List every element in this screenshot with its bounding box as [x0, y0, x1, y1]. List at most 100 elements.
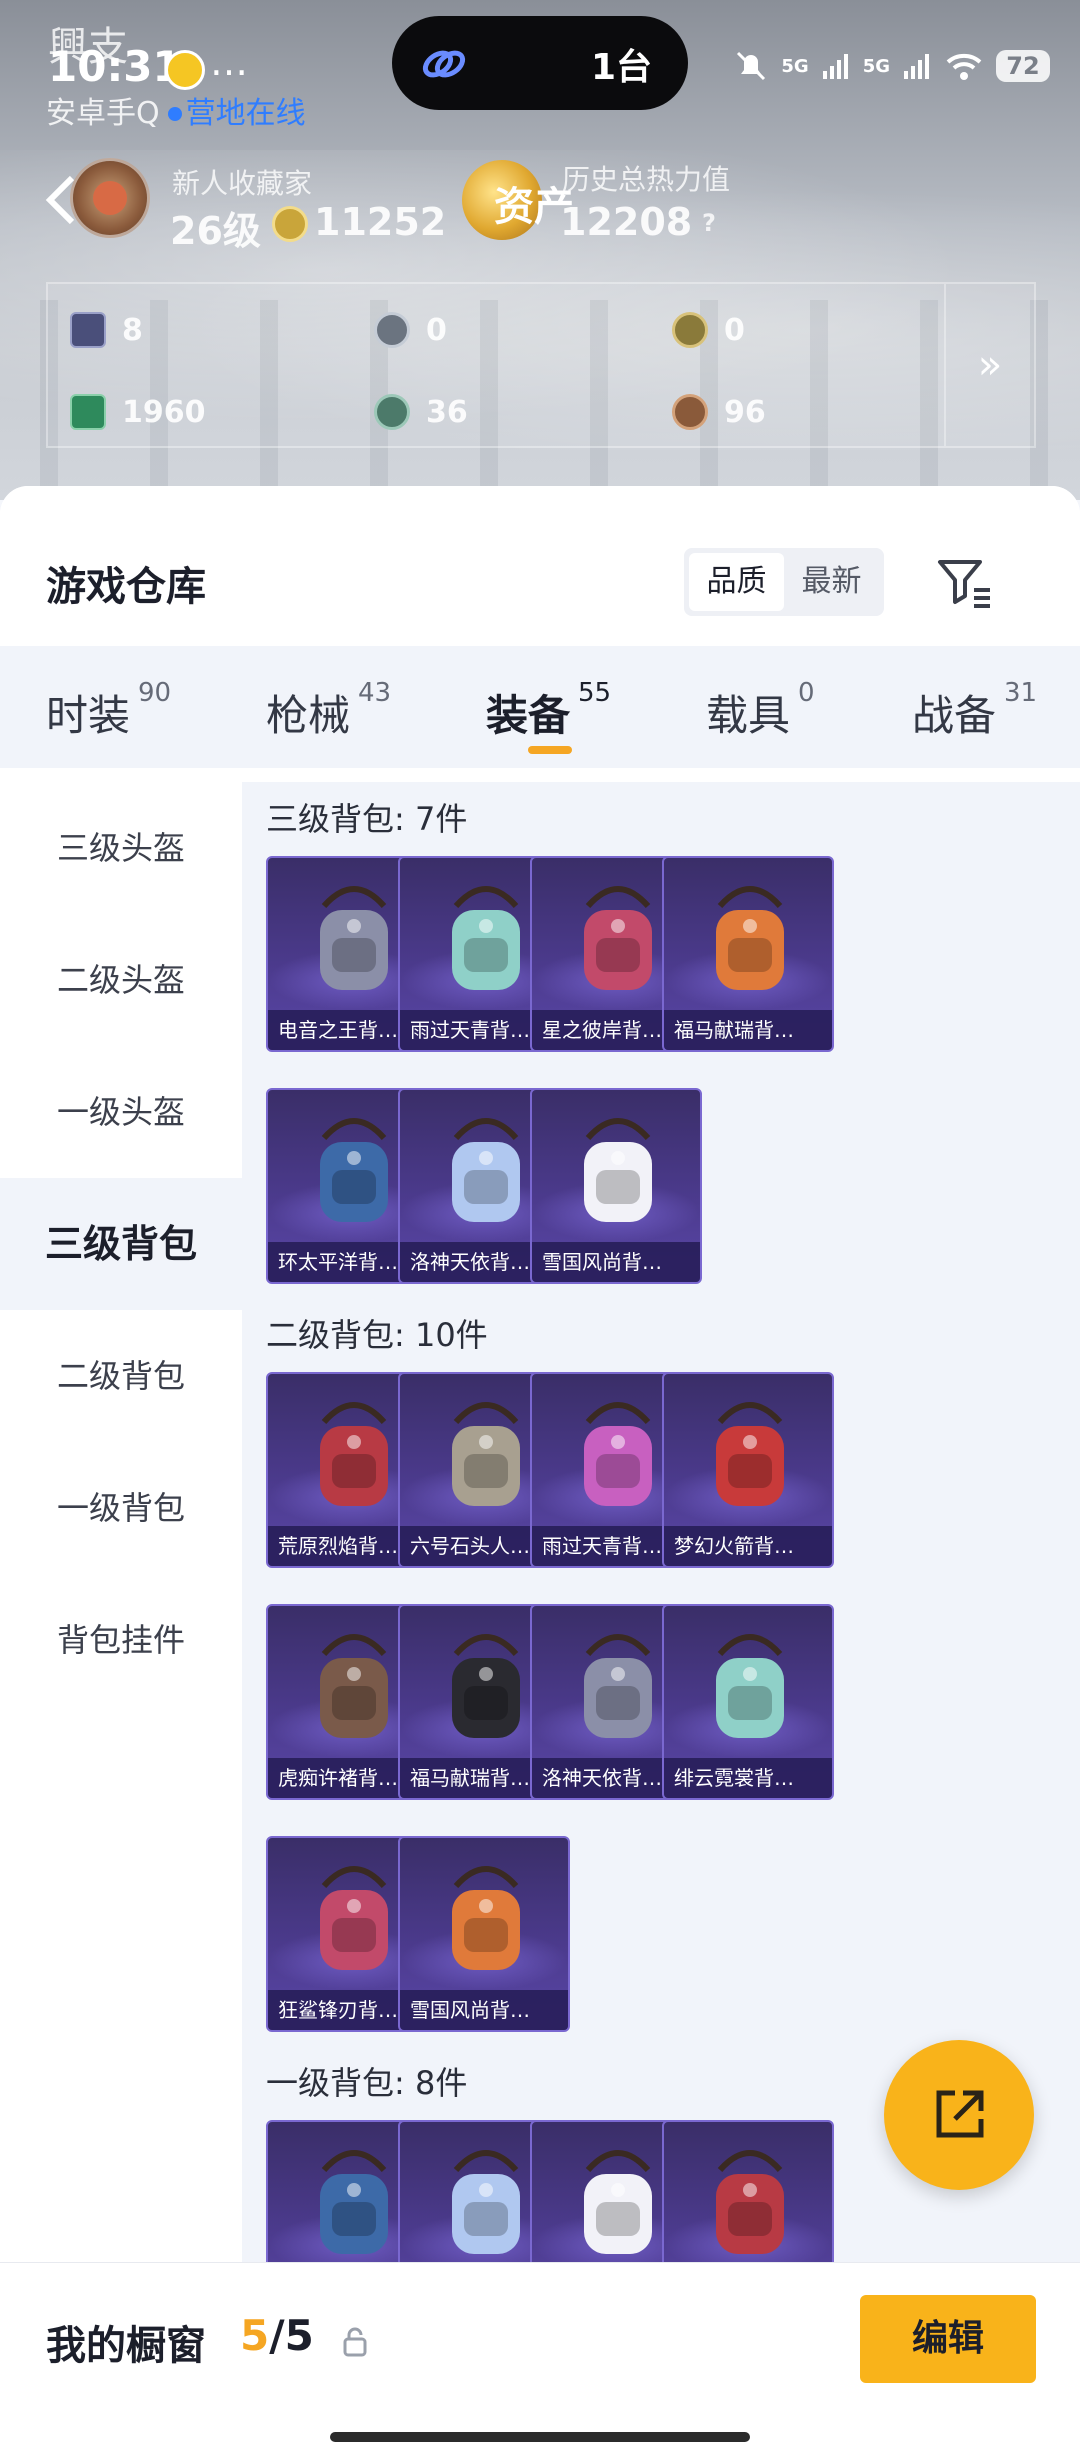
warehouse-header: 游戏仓库 品质 最新 [0, 486, 1080, 646]
tab-fashion[interactable]: 时装 90 [46, 678, 171, 743]
sort-latest-button[interactable]: 最新 [784, 553, 879, 611]
backpack-icon [320, 1402, 388, 1506]
status-more: … [210, 40, 248, 84]
showcase-count: 5/5 [240, 2311, 314, 2360]
item-name: 福马献瑞背… [664, 1010, 832, 1050]
stat-value: 0 [724, 312, 745, 348]
sidebar-item-helmet-3[interactable]: 三级头盔 [0, 782, 242, 914]
rank-label: 新人收藏家 [172, 167, 313, 200]
link-icon [422, 50, 466, 78]
stat-value: 8 [122, 312, 143, 348]
history-heat-value: 12208 [560, 200, 693, 244]
item-name: 雪国风尚背… [400, 1990, 568, 2030]
sidebar-item-backpack-1[interactable]: 一级背包 [0, 1442, 242, 1574]
backpack-icon [584, 2150, 652, 2254]
stat-value: 36 [426, 394, 468, 430]
share-button[interactable] [884, 2040, 1034, 2190]
coin-icon [272, 206, 308, 242]
tab-label: 装备 [486, 691, 571, 740]
tab-count: 0 [798, 678, 815, 708]
sidebar-item-pendant[interactable]: 背包挂件 [0, 1574, 242, 1706]
stat-item[interactable]: 0 [374, 308, 447, 352]
item-card[interactable] [662, 2120, 834, 2262]
item-name: 绯云霓裳背… [664, 1758, 832, 1798]
system-icons: 5G 5G 72 [733, 44, 1050, 88]
backpack-icon [584, 886, 652, 990]
item-card[interactable]: 绯云霓裳背… [662, 1604, 834, 1800]
item-card[interactable]: 雪国风尚背… [530, 1088, 702, 1284]
network-type-1: 5G [781, 55, 809, 77]
backpack-icon [452, 886, 520, 990]
online-label: 营地在线 [185, 96, 306, 131]
backpack-icon [320, 886, 388, 990]
stat-item[interactable]: 36 [374, 390, 468, 434]
showcase-bar: 我的橱窗 5/5 编辑 [0, 2262, 1080, 2460]
backpack-icon [452, 1402, 520, 1506]
sort-quality-button[interactable]: 品质 [689, 553, 784, 611]
stat-item[interactable]: 0 [672, 308, 745, 352]
tab-label: 枪械 [266, 691, 351, 740]
sort-toggle: 品质 最新 [684, 548, 884, 616]
dynamic-island[interactable]: 1台 [392, 16, 688, 110]
stat-item[interactable]: 96 [672, 390, 766, 434]
tab-label: 载具 [706, 691, 791, 740]
item-name: 雪国风尚背… [532, 1242, 700, 1282]
status-time: 10:31 [48, 42, 182, 91]
tab-vehicles[interactable]: 载具 0 [706, 678, 815, 743]
backpack-icon [320, 2150, 388, 2254]
tab-count: 90 [138, 678, 172, 708]
wifi-icon [946, 53, 982, 80]
tab-count: 55 [578, 678, 612, 708]
showcase-title: 我的橱窗 [46, 2323, 206, 2369]
backpack-icon [716, 1634, 784, 1738]
sidebar-item-backpack-2[interactable]: 二级背包 [0, 1310, 242, 1442]
tab-gear[interactable]: 战备 31 [912, 678, 1037, 743]
subcategory-sidebar: 三级头盔 二级头盔 一级头盔 三级背包 二级背包 一级背包 背包挂件 [0, 782, 242, 2460]
stat-item[interactable]: 8 [70, 308, 143, 352]
sidebar-item-backpack-3[interactable]: 三级背包 [0, 1178, 242, 1310]
category-tabs: 时装 90 枪械 43 装备 55 载具 0 战备 31 [0, 646, 1080, 768]
backpack-icon [320, 1634, 388, 1738]
coin-balance: 11252 [314, 200, 447, 244]
online-dot-icon [167, 106, 182, 121]
mute-bell-icon [737, 51, 766, 81]
jade-coin-icon [374, 394, 410, 430]
showcase-total: /5 [269, 2311, 314, 2360]
tab-label: 时装 [46, 691, 131, 740]
share-icon [936, 2090, 984, 2138]
silver-coin-icon [374, 312, 410, 348]
tab-label: 战备 [912, 691, 997, 740]
notification-avatar [165, 50, 205, 90]
backpack-icon [584, 1634, 652, 1738]
stat-item[interactable]: 1960 [70, 390, 206, 434]
status-bar: 興支 10:31 … 1台 5G 5G 72 安卓手Q 营地在线 [0, 0, 1080, 131]
item-card[interactable]: 福马献瑞背… [662, 856, 834, 1052]
showcase-current: 5 [240, 2311, 270, 2360]
stats-expand-button[interactable]: » [944, 284, 1034, 446]
device-label: 安卓手Q [46, 96, 160, 131]
backpack-icon [716, 1402, 784, 1506]
bronze-coin-icon [672, 394, 708, 430]
tab-count: 43 [358, 678, 392, 708]
collector-level: 26级 [170, 209, 261, 253]
sidebar-item-helmet-1[interactable]: 一级头盔 [0, 1046, 242, 1178]
item-card[interactable]: 雪国风尚背… [398, 1836, 570, 2032]
sidebar-item-helmet-2[interactable]: 二级头盔 [0, 914, 242, 1046]
filter-icon[interactable] [934, 552, 994, 612]
edit-button[interactable]: 编辑 [860, 2295, 1036, 2383]
home-indicator [330, 2432, 750, 2442]
resource-stats: 8 0 0 1960 36 96 » [46, 282, 1036, 448]
lock-icon [343, 2327, 367, 2357]
tab-weapons[interactable]: 枪械 43 [266, 678, 391, 743]
backpack-icon [716, 886, 784, 990]
section-title: 三级背包: 7件 [266, 800, 468, 838]
section-title: 二级背包: 10件 [266, 1316, 488, 1354]
tab-equipment[interactable]: 装备 55 [486, 678, 611, 743]
stat-value: 0 [426, 312, 447, 348]
item-card[interactable]: 梦幻火箭背… [662, 1372, 834, 1568]
warehouse-title: 游戏仓库 [46, 564, 206, 610]
card-icon [70, 312, 106, 348]
help-icon[interactable]: ? [692, 206, 726, 240]
rank-badge-icon[interactable] [70, 158, 150, 238]
island-count: 1台 [590, 47, 652, 88]
